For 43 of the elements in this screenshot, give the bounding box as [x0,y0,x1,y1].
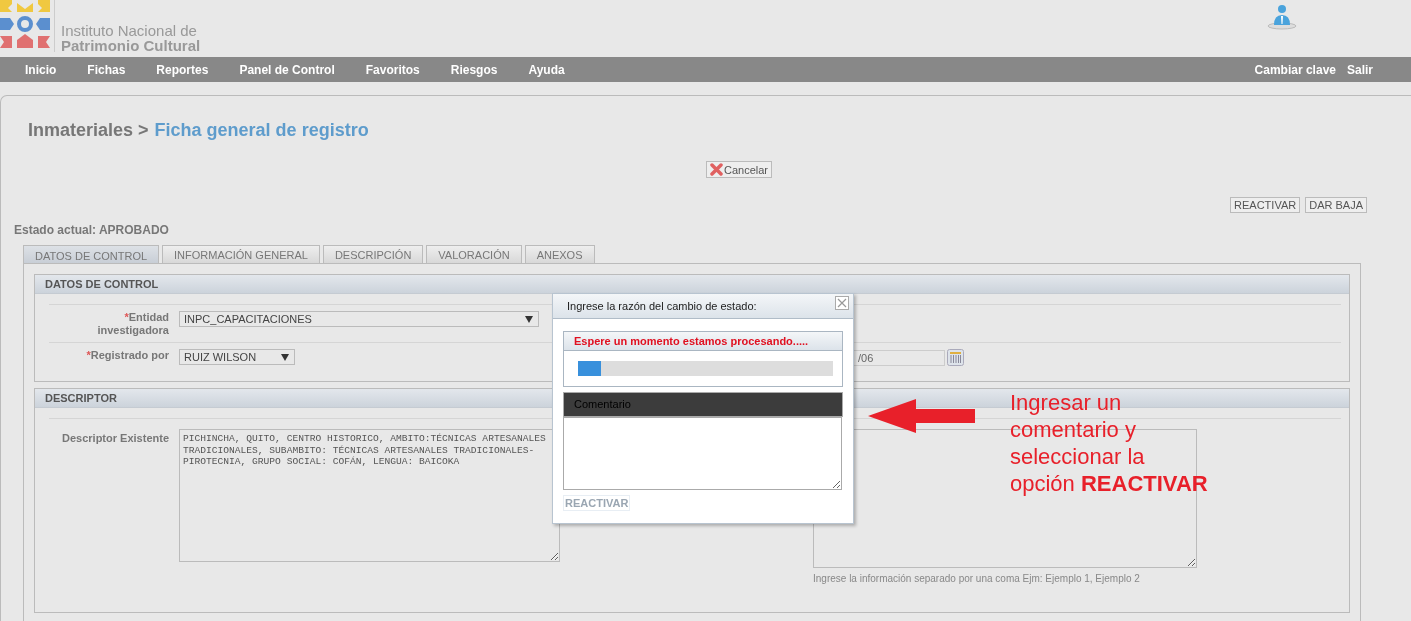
nav-link[interactable]: Riesgos [450,62,498,77]
page-title: Ficha general de registro [154,120,369,141]
close-icon[interactable] [835,296,849,310]
action-button[interactable]: DAR BAJA [1305,197,1367,213]
nav-link[interactable]: Fichas [87,62,126,77]
action-button[interactable]: REACTIVAR [1230,197,1301,213]
section-header: DATOS DE CONTROL [35,275,1349,294]
hint-text: Ingrese la información separado por una coma Ejm: Ejemplo 1, Ejemplo 2 [813,573,1141,584]
status-text: Estado actual: APROBADO [13,222,170,237]
nav-link[interactable]: Salir [1347,62,1373,77]
tab[interactable]: DESCRIPCIÓN [322,245,424,263]
tab[interactable]: INFORMACIÓN GENERAL [162,245,320,263]
processing-message: Espere un momento estamos procesando..... [564,332,842,351]
comment-field[interactable] [563,417,842,490]
dialog-title: Ingrese la razón del cambio de estado: [567,300,757,312]
logo-text: Instituto Nacional de [61,23,198,38]
logo-icon [0,0,55,52]
calendar-icon[interactable] [947,349,964,366]
nav-link[interactable]: Ayuda [528,62,565,77]
tab[interactable]: VALORACIÓN [426,245,522,263]
nav-link[interactable]: Cambiar clave [1254,62,1336,77]
descriptor-field[interactable]: PICHINCHA, QUITO, CENTRO HISTORICO, AMBITO:TÉCNICAS ARTESANALES TRADICIONALES, SUBAMBITO: TÉCNICAS ARTESANALES TRADICIONALES-PIROTECNIA, GRUPO SOCIAL: COFÁN, LENGUA: BAICOKA [179,429,560,562]
tab[interactable]: DATOS DE CONTROL [23,245,160,263]
nav-link[interactable]: Favoritos [365,62,420,77]
dropdown[interactable]: INPC_CAPACITACIONES [179,311,539,327]
field-label: *Entidad investigadora [96,311,170,337]
comment-header: Comentario [563,392,843,417]
dropdown[interactable]: RUIZ WILSON [179,349,295,365]
logo-text: Patrimonio Cultural [61,38,201,53]
caret-icon [525,315,533,323]
annotation-text: Ingresar un comentario y seleccionar la opción REACTIVAR [1010,389,1208,497]
field-label: Descriptor Existente [61,431,170,445]
date-field[interactable]: /06 [853,349,945,366]
tab[interactable]: ANEXOS [524,245,595,263]
close-icon [710,163,723,176]
cancel-button[interactable]: Cancelar [706,161,772,178]
nav-link[interactable]: Reportes [156,62,209,77]
caret-icon [281,353,289,361]
breadcrumb-section: Inmateriales > [28,120,149,141]
user-icon[interactable] [1267,4,1297,30]
nav-link[interactable]: Panel de Control [239,62,335,77]
field-label: *Registrado por [85,349,170,362]
nav-link[interactable]: Inicio [25,62,57,77]
